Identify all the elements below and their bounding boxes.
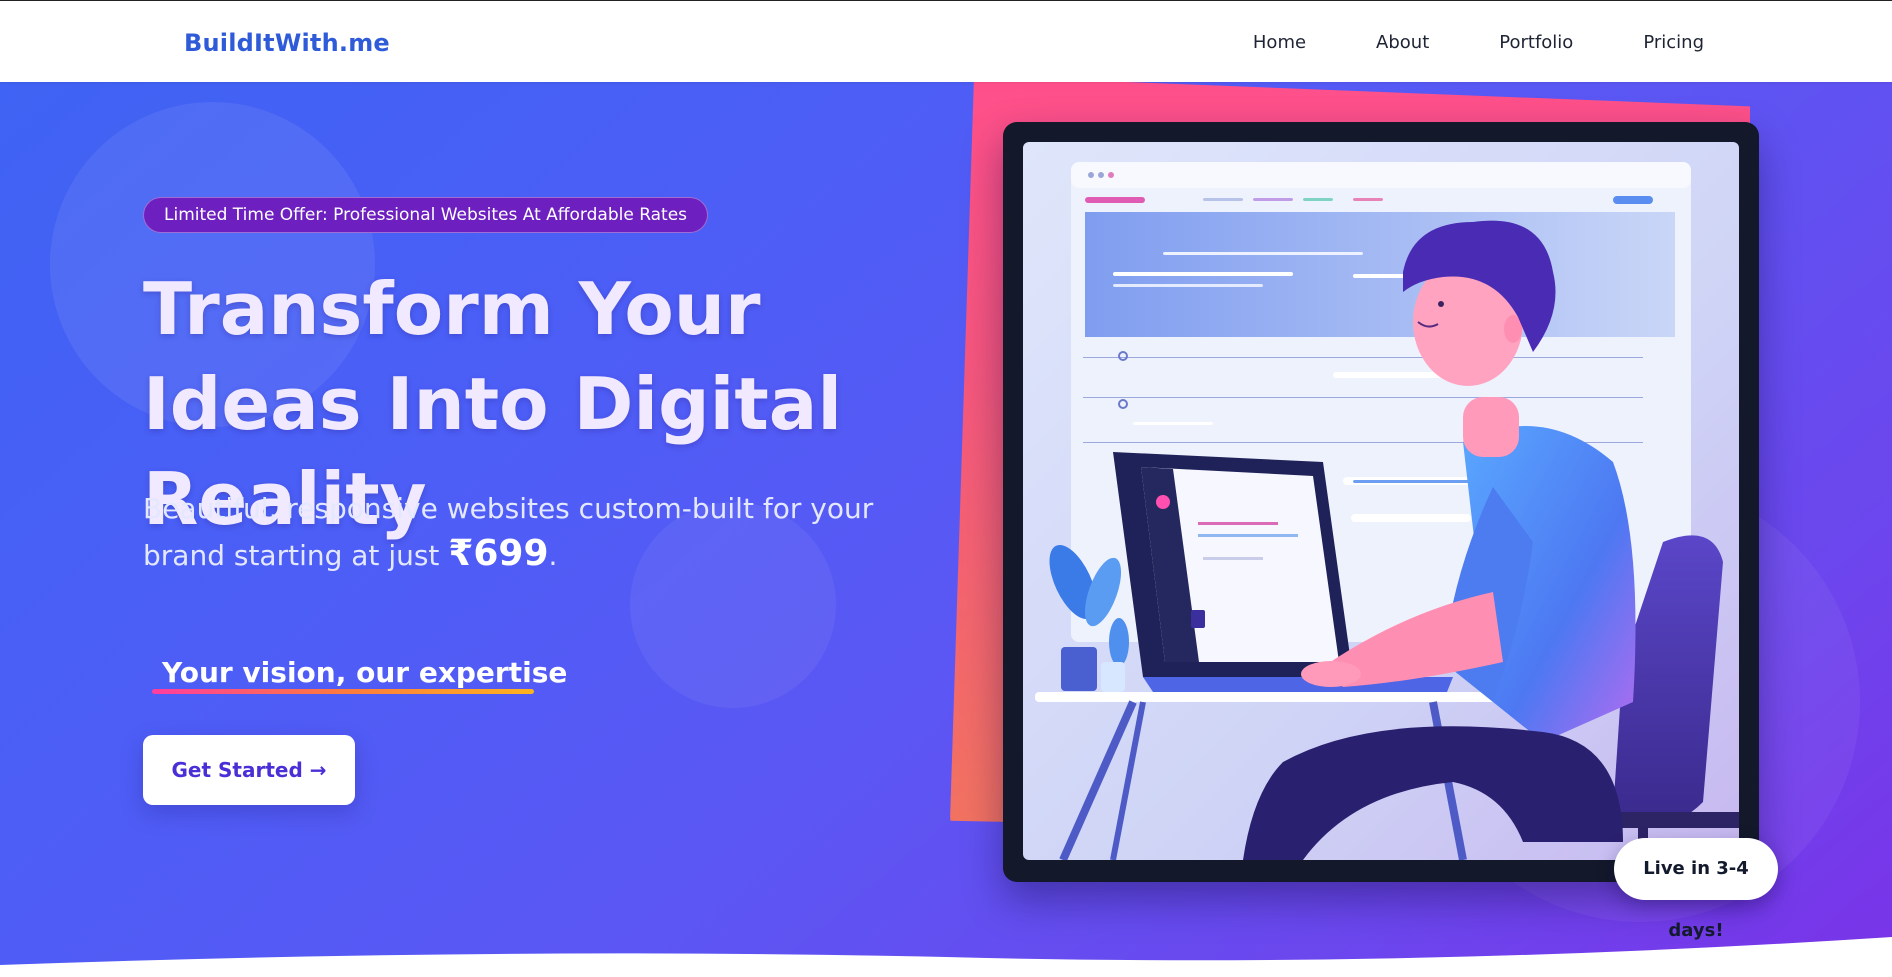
price-value: ₹699 [448,533,549,574]
live-in-days-badge: Live in 3-4 days! [1614,838,1778,941]
hero-section: Limited Time Offer: Professional Website… [0,82,1892,977]
subtitle-suffix: . [548,539,558,572]
nav-home-link[interactable]: Home [1253,32,1306,53]
hero-tagline: Your vision, our expertise [162,656,568,689]
nav-portfolio-link[interactable]: Portfolio [1499,32,1573,53]
top-navbar: BuildItWith.me Home About Portfolio Pric… [0,0,1892,82]
get-started-button[interactable]: Get Started → [143,735,355,805]
nav-about-link[interactable]: About [1376,32,1429,53]
nav-pricing-link[interactable]: Pricing [1643,32,1704,53]
brand-logo-link[interactable]: BuildItWith.me [184,29,390,57]
tagline-underline [152,689,534,694]
illustration-frame [1003,122,1759,882]
bottom-wave-divider [0,937,1892,977]
developer-illustration [1023,142,1739,860]
hero-subtitle: Beautiful, responsive websites custom-bu… [143,486,903,578]
main-nav: Home About Portfolio Pricing [1253,32,1704,53]
limited-offer-badge: Limited Time Offer: Professional Website… [143,197,709,233]
